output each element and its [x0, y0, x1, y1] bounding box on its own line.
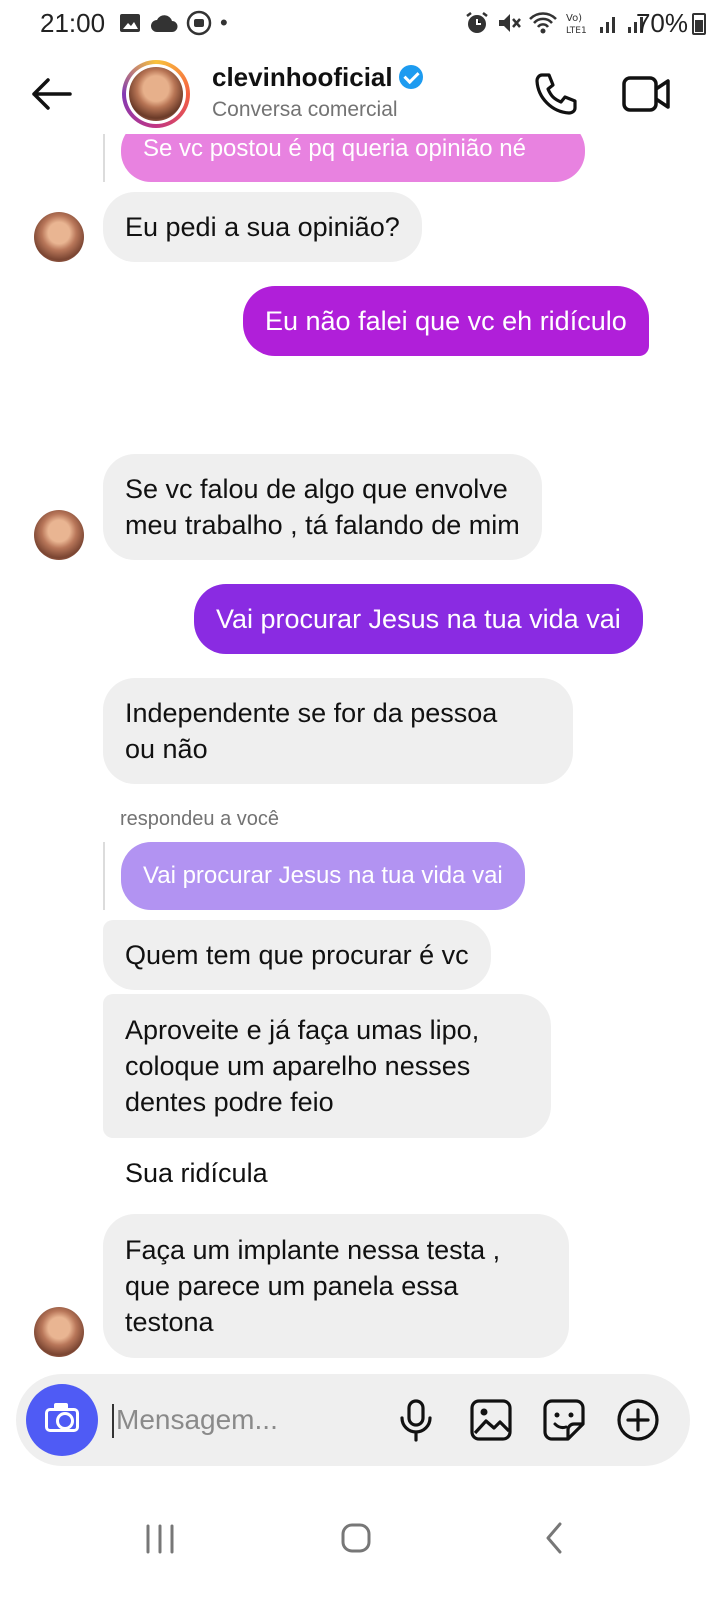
- status-system-icons: Vo) LTE1: [464, 10, 648, 36]
- status-time: 21:00: [40, 8, 106, 38]
- outgoing-message[interactable]: Vai procurar Jesus na tua vida vai: [194, 584, 643, 654]
- wifi-icon: [529, 12, 557, 34]
- conversation-type: Conversa comercial: [212, 98, 398, 121]
- contact-name[interactable]: clevinhooficial: [212, 62, 423, 93]
- camera-icon: [45, 1408, 79, 1432]
- battery-icon: [692, 13, 706, 35]
- message-text-line: Aproveite e já faça umas lipo,: [125, 1015, 480, 1045]
- incoming-message[interactable]: Aproveite e já faça umas lipo, coloque u…: [103, 994, 551, 1138]
- alarm-icon: [466, 12, 488, 33]
- chat-header: clevinhooficial Conversa comercial: [0, 54, 718, 134]
- outgoing-message[interactable]: Eu não falei que vc eh ridículo: [243, 286, 649, 356]
- sender-avatar[interactable]: [34, 212, 84, 262]
- sender-avatar[interactable]: [34, 510, 84, 560]
- message-thread[interactable]: Se vc postou é pq queria opinião né Eu p…: [0, 134, 718, 1370]
- status-bar: 21:00 • Vo) LTE1 70%: [0, 0, 718, 48]
- plus-circle-icon[interactable]: [614, 1396, 662, 1444]
- text-cursor: [112, 1404, 114, 1438]
- sticker-icon[interactable]: [540, 1396, 588, 1444]
- contact-name-text: clevinhooficial: [212, 62, 393, 92]
- cloud-icon: [151, 15, 178, 32]
- reply-label: respondeu a você: [120, 808, 280, 830]
- mute-icon: [499, 14, 521, 32]
- message-text: Vai procurar Jesus na tua vida vai: [216, 604, 621, 634]
- gallery-icon[interactable]: [467, 1396, 515, 1444]
- sender-avatar[interactable]: [34, 1307, 84, 1357]
- reply-bar: [103, 134, 105, 182]
- volte-icon: Vo) LTE1: [566, 13, 587, 36]
- message-text-line: testona: [125, 1307, 214, 1337]
- message-text-line: coloque um aparelho nesses: [125, 1051, 471, 1081]
- reply-quote-text: Se vc postou é pq queria opinião né: [143, 135, 526, 162]
- message-composer: [16, 1374, 690, 1466]
- message-text-line: Independente se for da pessoa: [125, 698, 498, 728]
- phone-icon[interactable]: [532, 70, 580, 118]
- message-text: Eu pedi a sua opinião?: [125, 212, 400, 242]
- status-dot: •: [220, 10, 228, 35]
- message-text-line: que parece um panela essa: [125, 1271, 459, 1301]
- incoming-message[interactable]: Quem tem que procurar é vc: [103, 920, 491, 990]
- avatar-image: [129, 67, 183, 121]
- svg-text:LTE1: LTE1: [566, 26, 587, 36]
- message-text: Quem tem que procurar é vc: [125, 940, 469, 970]
- message-text: Eu não falei que vc eh ridículo: [265, 306, 627, 336]
- battery-percentage: 70%: [635, 8, 688, 38]
- home-icon[interactable]: [326, 1508, 386, 1568]
- incoming-message-plain[interactable]: Sua ridícula: [125, 1158, 268, 1189]
- status-notification-icons: •: [118, 10, 228, 36]
- reply-quote-bubble[interactable]: Se vc postou é pq queria opinião né: [121, 134, 585, 182]
- reply-quote-bubble[interactable]: Vai procurar Jesus na tua vida vai: [121, 842, 525, 910]
- back-nav-icon[interactable]: [524, 1508, 584, 1568]
- message-input[interactable]: [116, 1396, 386, 1444]
- svg-text:Vo): Vo): [566, 13, 582, 24]
- signal-icon-1: [600, 17, 615, 33]
- video-camera-icon[interactable]: [620, 72, 672, 116]
- system-navigation-bar: [0, 1490, 718, 1600]
- incoming-message[interactable]: Se vc falou de algo que envolve meu trab…: [103, 454, 542, 560]
- incoming-message[interactable]: Eu pedi a sua opinião?: [103, 192, 422, 262]
- message-text-line: Se vc falou de algo que envolve: [125, 474, 508, 504]
- contact-avatar[interactable]: [122, 60, 190, 128]
- incoming-message[interactable]: Independente se for da pessoa ou não: [103, 678, 573, 784]
- reply-bar: [103, 842, 105, 910]
- microphone-icon[interactable]: [392, 1396, 440, 1444]
- message-text-line: meu trabalho , tá falando de mim: [125, 510, 520, 540]
- gallery-notification-icon: [120, 14, 140, 32]
- recent-apps-icon[interactable]: [130, 1508, 190, 1568]
- verified-badge-icon: [398, 65, 423, 89]
- incoming-message[interactable]: Faça um implante nessa testa , que parec…: [103, 1214, 569, 1358]
- message-text-line: Faça um implante nessa testa ,: [125, 1235, 501, 1265]
- message-text-line: dentes podre feio: [125, 1087, 334, 1117]
- reply-quote-text: Vai procurar Jesus na tua vida vai: [143, 862, 503, 889]
- record-icon: [186, 10, 212, 36]
- back-arrow-icon[interactable]: [28, 72, 76, 116]
- message-text-line: ou não: [125, 734, 208, 764]
- camera-button[interactable]: [26, 1384, 98, 1456]
